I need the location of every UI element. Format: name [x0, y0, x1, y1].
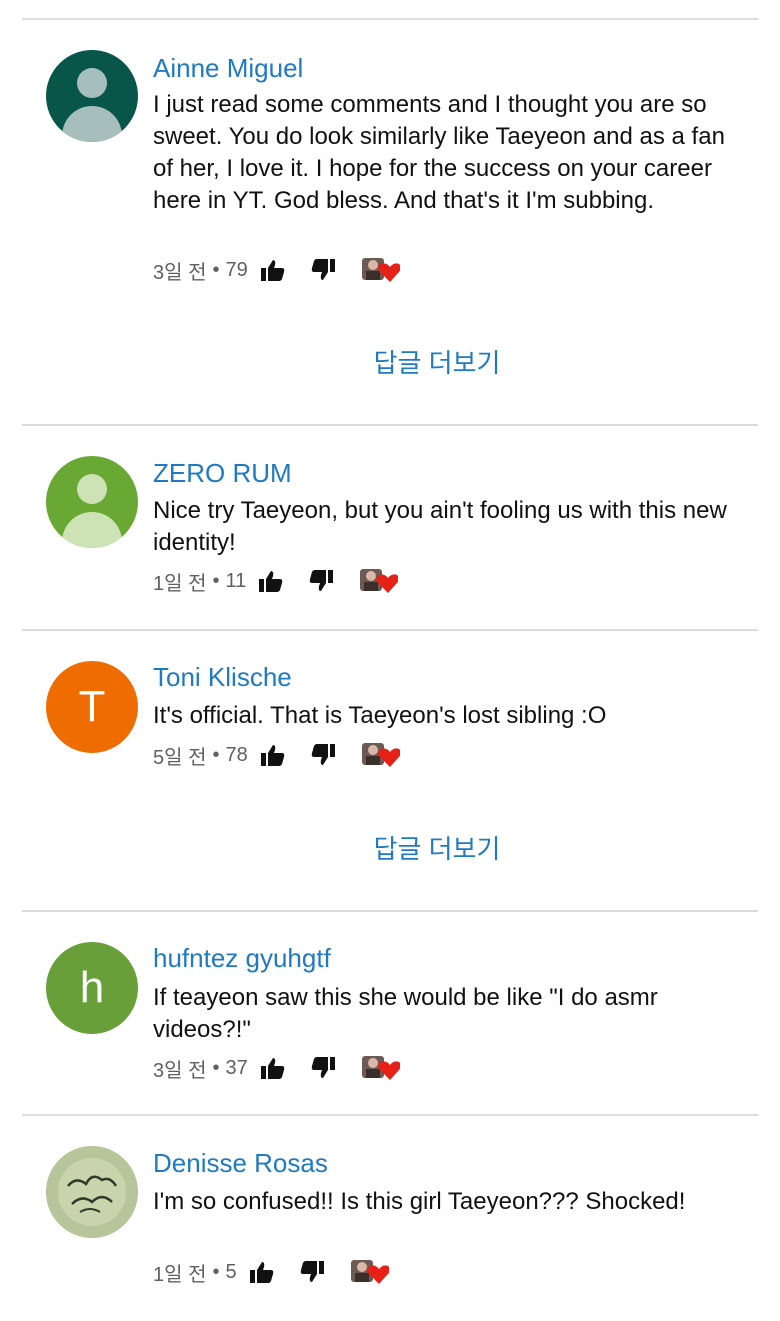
- thumbs-down-icon[interactable]: [308, 1053, 338, 1083]
- thumbs-down-icon[interactable]: [297, 1257, 327, 1287]
- divider: [22, 910, 758, 912]
- creator-heart-icon: [361, 741, 401, 769]
- comment-text: Nice try Taeyeon, but you ain't fooling …: [153, 497, 727, 556]
- comment-author[interactable]: hufntez gyuhgtf: [153, 942, 331, 974]
- meta-separator: •: [212, 1260, 220, 1283]
- avatar[interactable]: [46, 456, 138, 548]
- comment-meta: 3일 전 • 79: [153, 255, 401, 285]
- creator-heart-icon: [361, 256, 401, 284]
- thumbs-down-icon[interactable]: [308, 740, 338, 770]
- thumbs-up-icon[interactable]: [258, 1053, 288, 1083]
- meta-separator: •: [212, 569, 220, 592]
- comment-time: 1일 전: [153, 1263, 207, 1286]
- thumbs-up-icon[interactable]: [247, 1257, 277, 1287]
- divider: [22, 424, 758, 426]
- comment-meta: 1일 전 • 11: [153, 566, 400, 596]
- comment-time: 5일 전: [153, 746, 207, 769]
- comment-time: 1일 전: [153, 572, 207, 595]
- comment-meta: 3일 전 • 37: [153, 1053, 401, 1083]
- thumbs-up-icon[interactable]: [258, 255, 288, 285]
- comment-author[interactable]: Denisse Rosas: [153, 1147, 328, 1179]
- meta-separator: •: [212, 258, 220, 281]
- like-count: 37: [225, 1056, 248, 1079]
- avatar[interactable]: [46, 50, 138, 142]
- thumbs-down-icon[interactable]: [306, 566, 336, 596]
- comment-text: I'm so confused!! Is this girl Taeyeon??…: [153, 1188, 686, 1215]
- comment-time: 3일 전: [153, 1059, 207, 1082]
- creator-heart-icon: [350, 1258, 390, 1286]
- creator-heart-icon: [361, 1054, 401, 1082]
- avatar[interactable]: T: [46, 661, 138, 753]
- like-count: 78: [225, 743, 248, 766]
- divider: [22, 18, 758, 20]
- avatar-letter: T: [78, 682, 106, 731]
- comment-text: It's official. That is Taeyeon's lost si…: [153, 702, 607, 729]
- comment-author[interactable]: Ainne Miguel: [153, 52, 303, 84]
- avatar-letter: h: [79, 963, 105, 1012]
- thumbs-up-icon[interactable]: [256, 566, 286, 596]
- comment-meta: 5일 전 • 78: [153, 740, 401, 770]
- meta-separator: •: [212, 743, 220, 766]
- more-replies-link[interactable]: 답글 더보기: [0, 832, 780, 866]
- comment-author[interactable]: ZERO RUM: [153, 457, 292, 489]
- like-count: 79: [225, 258, 248, 281]
- comment-time: 3일 전: [153, 261, 207, 284]
- divider: [22, 1114, 758, 1116]
- comment-meta: 1일 전 • 5: [153, 1257, 390, 1287]
- like-count: 5: [225, 1260, 237, 1283]
- more-replies-link[interactable]: 답글 더보기: [0, 346, 780, 380]
- comment-text: If teayeon saw this she would be like "I…: [153, 984, 658, 1043]
- thumbs-down-icon[interactable]: [308, 255, 338, 285]
- comment-text: I just read some comments and I thought …: [153, 91, 725, 214]
- thumbs-up-icon[interactable]: [258, 740, 288, 770]
- avatar[interactable]: [46, 1146, 138, 1238]
- meta-separator: •: [212, 1056, 220, 1079]
- comment-author[interactable]: Toni Klische: [153, 661, 292, 693]
- avatar-photo: [46, 1146, 138, 1238]
- creator-heart-icon: [360, 567, 400, 595]
- like-count: 11: [225, 569, 247, 592]
- divider: [22, 629, 758, 631]
- avatar[interactable]: h: [46, 942, 138, 1034]
